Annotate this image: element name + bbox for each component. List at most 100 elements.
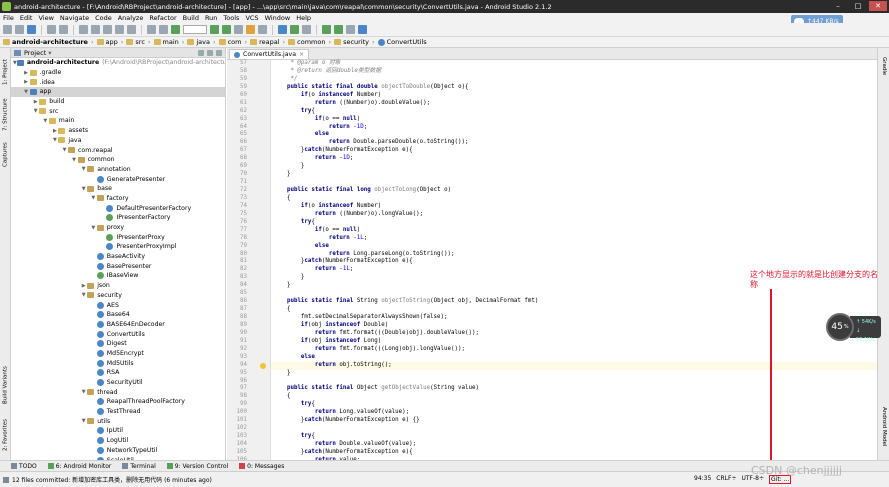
tree-item[interactable]: IPresenterProxy	[11, 232, 225, 242]
tree-item[interactable]: ▼ main	[11, 116, 225, 126]
code-line[interactable]: 96	[240, 378, 877, 386]
lightbulb-icon[interactable]	[260, 362, 266, 369]
code-line[interactable]: 90 return fmt.format(((Double)obj).doubl…	[240, 330, 877, 338]
code-line[interactable]: 99 try{	[240, 401, 877, 409]
code-line[interactable]: 100 return Long.valueOf(value);	[237, 409, 877, 417]
expand-arrow-icon[interactable]: ▼	[71, 157, 78, 163]
open-folder-icon[interactable]	[3, 25, 12, 34]
code-area[interactable]: 57 * @param o 对象 58 * @return 返回double类型数…	[237, 60, 877, 460]
expand-arrow-icon[interactable]: ▼	[80, 292, 87, 298]
breadcrumb-item[interactable]: android-architecture ›	[3, 38, 94, 46]
tree-item[interactable]: PresenterProxyImpl	[11, 242, 225, 252]
code-line[interactable]: 58 * @return 返回double类型数据	[240, 68, 877, 76]
menu-analyze[interactable]: Analyze	[118, 14, 144, 22]
make-project-icon[interactable]	[171, 25, 180, 34]
expand-arrow-icon[interactable]: ▶	[23, 79, 30, 85]
code-line[interactable]: 57 * @param o 对象	[240, 60, 877, 68]
menu-file[interactable]: File	[3, 14, 14, 22]
code-line[interactable]: 61 return ((Number)o).doubleValue();	[240, 100, 877, 108]
avd-manager-icon[interactable]	[322, 25, 331, 34]
expand-arrow-icon[interactable]: ▼	[23, 89, 30, 95]
breadcrumb-item[interactable]: java ›	[187, 38, 216, 46]
help-icon[interactable]	[358, 25, 367, 34]
breadcrumb-item[interactable]: common ›	[288, 38, 331, 46]
code-line[interactable]: 65 else	[240, 131, 877, 139]
menu-build[interactable]: Build	[183, 14, 199, 22]
tree-item[interactable]: ▶ json	[11, 281, 225, 291]
tree-item[interactable]: TestThread	[11, 407, 225, 417]
code-line[interactable]: 92 return fmt.format(((Long)obj).longVal…	[240, 346, 877, 354]
minimize-button[interactable]: –	[829, 1, 847, 11]
tree-item[interactable]: ▼ com.reapal	[11, 145, 225, 155]
tree-item[interactable]: SecurityUtil	[11, 378, 225, 388]
find-icon[interactable]	[115, 25, 124, 34]
tab-gradle[interactable]: Gradle	[879, 52, 889, 80]
close-tab-icon[interactable]: ×	[299, 51, 304, 58]
sync-icon[interactable]	[198, 49, 204, 56]
code-line[interactable]: 78 return -1L;	[240, 235, 877, 243]
code-line[interactable]: 59 */	[240, 76, 877, 84]
tab-todo[interactable]: TODO	[11, 463, 37, 470]
tab-terminal[interactable]: Terminal	[122, 463, 156, 470]
expand-arrow-icon[interactable]: ▼	[51, 137, 58, 143]
sync-icon[interactable]	[27, 25, 36, 34]
menu-window[interactable]: Window	[265, 14, 291, 22]
breadcrumb-item[interactable]: reapal ›	[250, 38, 285, 46]
code-line[interactable]: 86 public static final String objectToSt…	[240, 298, 877, 306]
code-line[interactable]: 64 return -1D;	[240, 124, 877, 132]
tree-item[interactable]: ▼ app	[11, 87, 225, 97]
menu-vcs[interactable]: VCS	[245, 14, 258, 22]
code-line[interactable]: 105 }catch(NumberFormatException e){	[237, 449, 877, 457]
redo-icon[interactable]	[59, 25, 68, 34]
tree-item[interactable]: AES	[11, 300, 225, 310]
tree-item[interactable]: ▼ security	[11, 291, 225, 301]
run-icon[interactable]	[210, 25, 219, 34]
code-editor[interactable]: ConvertUtils.java × 57 * @param o 对象 58 *…	[227, 48, 877, 460]
code-line[interactable]: 101 }catch(NumberFormatException e) {}	[237, 417, 877, 425]
code-line[interactable]: 71	[240, 179, 877, 187]
code-line[interactable]: 103 try{	[237, 433, 877, 441]
forward-icon[interactable]	[159, 25, 168, 34]
menu-code[interactable]: Code	[95, 14, 112, 22]
project-panel-header[interactable]: Project ▾	[11, 48, 225, 58]
code-line[interactable]: 102	[237, 425, 877, 433]
tree-item[interactable]: ▼ src	[11, 106, 225, 116]
tab-captures[interactable]: Captures	[1, 138, 10, 172]
tab-android-monitor[interactable]: 6: Android Monitor	[47, 463, 111, 470]
code-line[interactable]: 62 try{	[240, 108, 877, 116]
tree-item[interactable]: RSA	[11, 368, 225, 378]
hide-panel-icon[interactable]	[216, 49, 222, 56]
cut-icon[interactable]	[79, 25, 88, 34]
expand-arrow-icon[interactable]: ▼	[42, 118, 49, 124]
tab-structure[interactable]: 7: Structure	[1, 92, 10, 138]
coverage-icon[interactable]	[234, 25, 243, 34]
breadcrumb-item[interactable]: src ›	[126, 38, 151, 46]
tree-item[interactable]: ▼ proxy	[11, 223, 225, 233]
tab-favorites[interactable]: 2: Favorites	[1, 412, 10, 458]
tree-item[interactable]: ▼ annotation	[11, 165, 225, 175]
android-device-monitor-icon[interactable]	[346, 25, 355, 34]
menu-tools[interactable]: Tools	[223, 14, 239, 22]
breadcrumb-item[interactable]: app ›	[96, 38, 123, 46]
tree-item[interactable]: ▼ android-architecture (F:\Android\RBProje…	[11, 58, 225, 68]
code-line[interactable]: 95 }	[240, 370, 877, 378]
code-line[interactable]: 67 }catch(NumberFormatException e){	[240, 147, 877, 155]
tab-build-variants[interactable]: Build Variants	[1, 360, 10, 410]
tree-item[interactable]: IBaseView	[11, 271, 225, 281]
tree-item[interactable]: LogUtil	[11, 436, 225, 446]
tree-item[interactable]: IpUtil	[11, 426, 225, 436]
tree-item[interactable]: ▶ .idea	[11, 77, 225, 87]
tree-item[interactable]: Base64	[11, 310, 225, 320]
caret-position[interactable]: 94:35	[694, 475, 711, 484]
code-line[interactable]: 85	[240, 290, 877, 298]
expand-arrow-icon[interactable]: ▶	[80, 283, 87, 289]
tab-messages[interactable]: 0: Messages	[239, 463, 284, 470]
breadcrumb-item[interactable]: security ›	[334, 38, 375, 46]
undo-icon[interactable]	[47, 25, 56, 34]
code-line[interactable]: 70 }	[240, 171, 877, 179]
menu-refactor[interactable]: Refactor	[149, 14, 176, 22]
code-line[interactable]: 59 public static final double objectToDo…	[240, 84, 877, 92]
expand-arrow-icon[interactable]: ▼	[80, 186, 87, 192]
tree-item[interactable]: ▶ build	[11, 97, 225, 107]
breadcrumb-item[interactable]: ConvertUtils	[377, 38, 427, 46]
